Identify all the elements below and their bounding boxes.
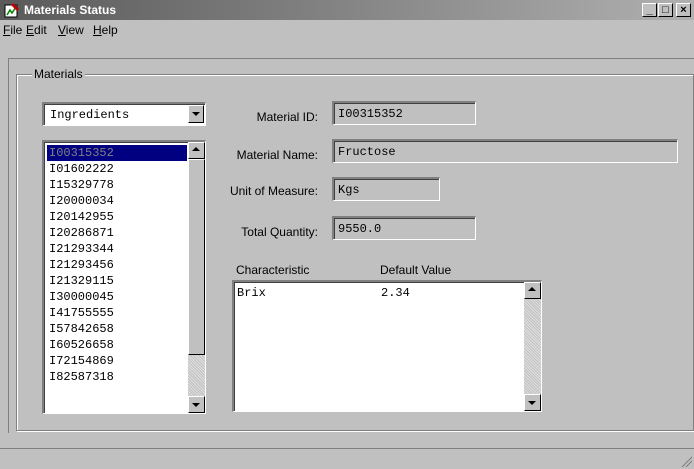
title-bar[interactable]: Materials Status _ □ × xyxy=(0,0,694,20)
materials-group-label: Materials xyxy=(32,67,85,81)
list-item[interactable]: I20286871 xyxy=(47,225,187,241)
minimize-icon: _ xyxy=(646,4,653,16)
default-value-column-header: Default Value xyxy=(380,263,452,277)
chevron-down-icon xyxy=(192,112,200,116)
material-id-field[interactable]: I00315352 xyxy=(332,101,476,125)
material-type-select[interactable]: Ingredients xyxy=(42,102,206,126)
unit-of-measure-label: Unit of Measure: xyxy=(229,184,318,198)
characteristic-column-header: Characteristic xyxy=(236,263,310,277)
material-id-label: Material ID: xyxy=(256,110,318,124)
maximize-button[interactable]: □ xyxy=(658,3,673,17)
menu-help[interactable]: Help xyxy=(93,23,118,37)
materials-status-window: Materials Status _ □ × File Edit View He… xyxy=(0,0,694,468)
chevron-up-icon xyxy=(528,287,536,291)
list-item[interactable]: I60526658 xyxy=(47,337,187,353)
chevron-down-icon xyxy=(528,401,536,405)
characteristic-cell: Brix xyxy=(237,286,266,300)
menu-view[interactable]: View xyxy=(58,23,84,37)
material-id-list[interactable]: I00315352 I01602222 I15329778 I20000034 I201… xyxy=(42,140,206,414)
list-item[interactable]: I21329115 xyxy=(47,273,187,289)
total-quantity-label: Total Quantity: xyxy=(241,225,318,239)
app-icon xyxy=(4,3,19,18)
scroll-up-button[interactable] xyxy=(524,282,541,299)
list-item[interactable]: I21293344 xyxy=(47,241,187,257)
close-icon: × xyxy=(680,4,687,16)
characteristics-list[interactable]: Brix 2.34 xyxy=(232,280,542,412)
material-name-label: Material Name: xyxy=(236,148,318,162)
list-item[interactable]: I41755555 xyxy=(47,305,187,321)
window-title: Materials Status xyxy=(24,3,117,17)
minimize-button[interactable]: _ xyxy=(642,3,657,17)
list-item[interactable]: I00315352 xyxy=(47,145,187,161)
resize-grip-icon[interactable] xyxy=(680,455,692,467)
menu-edit[interactable]: Edit xyxy=(26,23,47,37)
material-name-field[interactable]: Fructose xyxy=(332,139,678,163)
list-item[interactable]: I30000045 xyxy=(47,289,187,305)
scroll-thumb[interactable] xyxy=(188,159,205,355)
list-item[interactable]: I21293456 xyxy=(47,257,187,273)
scroll-down-button[interactable] xyxy=(524,394,541,411)
list-item[interactable]: I20142955 xyxy=(47,209,187,225)
characteristics-scrollbar[interactable] xyxy=(524,282,541,411)
unit-of-measure-field[interactable]: Kgs xyxy=(332,177,440,201)
list-item[interactable]: I01602222 xyxy=(47,161,187,177)
scroll-down-button[interactable] xyxy=(188,396,205,413)
list-item[interactable]: I82587318 xyxy=(47,369,187,385)
close-button[interactable]: × xyxy=(676,3,691,17)
menu-file[interactable]: File xyxy=(3,23,22,37)
list-item[interactable]: I20000034 xyxy=(47,193,187,209)
menu-bar: File Edit View Help xyxy=(0,20,694,40)
status-bar xyxy=(0,448,694,469)
scroll-up-button[interactable] xyxy=(188,142,205,159)
list-item[interactable]: I72154869 xyxy=(47,353,187,369)
maximize-icon: □ xyxy=(662,4,669,16)
list-item[interactable]: I15329778 xyxy=(47,177,187,193)
material-id-items: I00315352 I01602222 I15329778 I20000034 I201… xyxy=(47,145,187,385)
list-scrollbar[interactable] xyxy=(188,142,205,413)
chevron-down-icon xyxy=(192,403,200,407)
chevron-up-icon xyxy=(192,147,200,151)
material-type-value: Ingredients xyxy=(50,108,130,122)
list-item[interactable]: I57842658 xyxy=(47,321,187,337)
dropdown-button[interactable] xyxy=(188,105,204,123)
default-value-cell: 2.34 xyxy=(381,286,410,300)
total-quantity-field[interactable]: 9550.0 xyxy=(332,216,476,240)
